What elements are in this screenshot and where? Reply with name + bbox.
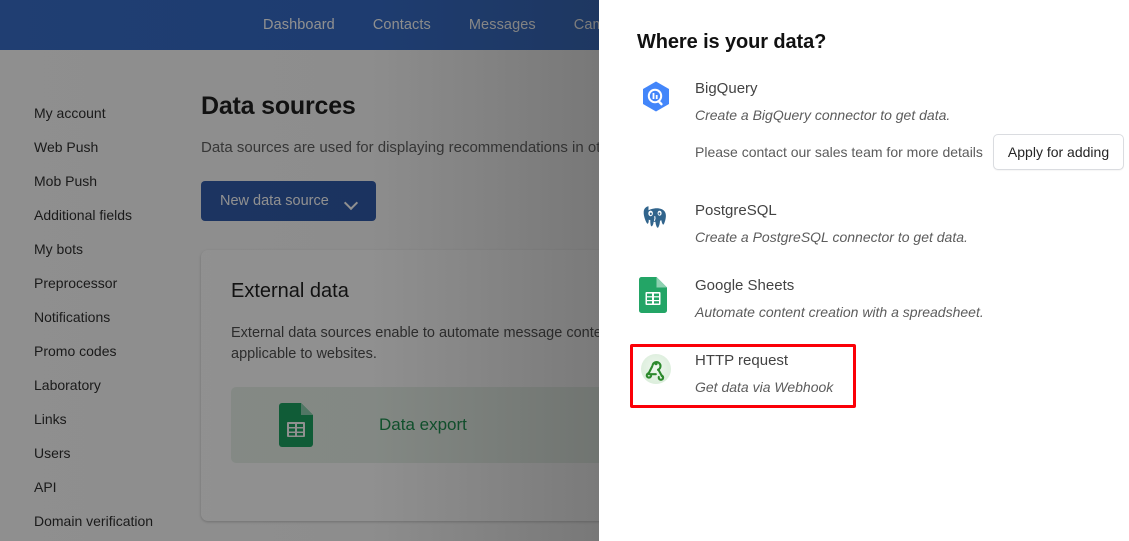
data-export-item[interactable]: Data export bbox=[231, 387, 599, 463]
data-source-panel: Where is your data? BigQuery Create a Bi… bbox=[599, 0, 1129, 541]
nav-item-campaigns[interactable]: Campaigns bbox=[574, 17, 599, 33]
new-data-source-button[interactable]: New data source bbox=[201, 181, 376, 221]
google-sheets-name: Google Sheets bbox=[695, 277, 795, 294]
sidebar-item-label: Notifications bbox=[34, 309, 111, 325]
page-title: Data sources bbox=[201, 92, 356, 120]
background-app: Dashboard Contacts Messages Campaigns My… bbox=[0, 0, 599, 541]
sidebar-item-laboratory[interactable]: Laboratory bbox=[0, 368, 201, 402]
sidebar-item-preprocessor[interactable]: Preprocessor bbox=[0, 266, 201, 300]
sidebar-item-label: Users bbox=[34, 445, 71, 461]
bigquery-description: Create a BigQuery connector to get data. bbox=[695, 107, 951, 123]
bigquery-name: BigQuery bbox=[695, 80, 758, 97]
sidebar-item-label: Links bbox=[34, 411, 67, 427]
page-body: My account Web Push Mob Push Additional … bbox=[0, 50, 599, 541]
sidebar-item-label: Laboratory bbox=[34, 377, 101, 393]
apply-for-adding-button[interactable]: Apply for adding bbox=[992, 134, 1125, 170]
postgresql-body: PostgreSQL Create a PostgreSQL connector… bbox=[695, 200, 968, 247]
data-source-option-postgresql[interactable]: PostgreSQL Create a PostgreSQL connector… bbox=[599, 200, 1129, 247]
sidebar-item-label: My bots bbox=[34, 241, 84, 257]
sidebar-item-mob-push[interactable]: Mob Push bbox=[0, 164, 201, 198]
google-sheets-icon bbox=[639, 277, 673, 313]
nav-item-contacts[interactable]: Contacts bbox=[373, 17, 431, 33]
google-sheets-description: Automate content creation with a spreads… bbox=[695, 304, 984, 320]
sidebar-item-domain-verification[interactable]: Domain verification bbox=[0, 504, 201, 538]
external-data-card: External data External data sources enab… bbox=[201, 250, 599, 521]
http-request-description: Get data via Webhook bbox=[695, 379, 834, 395]
top-navigation-bar: Dashboard Contacts Messages Campaigns bbox=[0, 0, 599, 50]
data-source-option-bigquery[interactable]: BigQuery Create a BigQuery connector to … bbox=[599, 78, 1129, 170]
google-sheets-icon bbox=[279, 403, 313, 447]
sidebar-item-label: My account bbox=[34, 105, 106, 121]
external-data-title: External data bbox=[231, 280, 349, 302]
nav-item-messages[interactable]: Messages bbox=[469, 17, 536, 33]
bigquery-icon bbox=[639, 80, 673, 114]
sidebar-item-promo-codes[interactable]: Promo codes bbox=[0, 334, 201, 368]
bigquery-note-row: Please contact our sales team for more d… bbox=[695, 134, 1125, 170]
sidebar-item-label: Additional fields bbox=[34, 207, 133, 223]
panel-title: Where is your data? bbox=[637, 31, 827, 53]
sidebar-item-web-push[interactable]: Web Push bbox=[0, 130, 201, 164]
page-description: Data sources are used for displaying rec… bbox=[201, 139, 599, 156]
sidebar-item-label: Promo codes bbox=[34, 343, 117, 359]
sidebar-item-additional-fields[interactable]: Additional fields bbox=[0, 198, 201, 232]
data-source-option-google-sheets[interactable]: Google Sheets Automate content creation … bbox=[599, 275, 1129, 322]
screenshot-root: Dashboard Contacts Messages Campaigns My… bbox=[0, 0, 1129, 541]
http-request-name: HTTP request bbox=[695, 352, 789, 369]
sidebar-item-links[interactable]: Links bbox=[0, 402, 201, 436]
data-export-label: Data export bbox=[379, 415, 467, 434]
sidebar-item-api[interactable]: API bbox=[0, 470, 201, 504]
sidebar-item-label: API bbox=[34, 479, 57, 495]
external-data-description: External data sources enable to automate… bbox=[231, 325, 599, 362]
webhook-icon bbox=[639, 352, 673, 386]
sidebar: My account Web Push Mob Push Additional … bbox=[0, 50, 201, 541]
sidebar-item-label: Domain verification bbox=[34, 513, 154, 529]
chevron-down-icon bbox=[345, 198, 357, 205]
data-source-list: BigQuery Create a BigQuery connector to … bbox=[599, 78, 1129, 397]
bigquery-note: Please contact our sales team for more d… bbox=[695, 144, 983, 160]
sidebar-item-my-account[interactable]: My account bbox=[0, 96, 201, 130]
postgresql-elephant-icon bbox=[639, 202, 673, 236]
bigquery-body: BigQuery Create a BigQuery connector to … bbox=[695, 78, 1125, 170]
sidebar-item-my-bots[interactable]: My bots bbox=[0, 232, 201, 266]
sidebar-item-notifications[interactable]: Notifications bbox=[0, 300, 201, 334]
sidebar-item-users[interactable]: Users bbox=[0, 436, 201, 470]
main-content: Data sources Data sources are used for d… bbox=[201, 50, 599, 541]
data-source-option-http-request[interactable]: HTTP request Get data via Webhook bbox=[599, 350, 1129, 397]
postgresql-description: Create a PostgreSQL connector to get dat… bbox=[695, 229, 968, 245]
background-app-region: Dashboard Contacts Messages Campaigns My… bbox=[0, 0, 599, 541]
google-sheets-body: Google Sheets Automate content creation … bbox=[695, 275, 984, 322]
sidebar-item-label: Web Push bbox=[34, 139, 99, 155]
http-request-body: HTTP request Get data via Webhook bbox=[695, 350, 833, 397]
sidebar-item-label: Preprocessor bbox=[34, 275, 118, 291]
postgresql-name: PostgreSQL bbox=[695, 202, 777, 219]
nav-item-dashboard[interactable]: Dashboard bbox=[263, 17, 335, 33]
new-data-source-label: New data source bbox=[220, 193, 329, 209]
sidebar-item-label: Mob Push bbox=[34, 173, 98, 189]
top-nav-items: Dashboard Contacts Messages Campaigns bbox=[263, 0, 599, 50]
